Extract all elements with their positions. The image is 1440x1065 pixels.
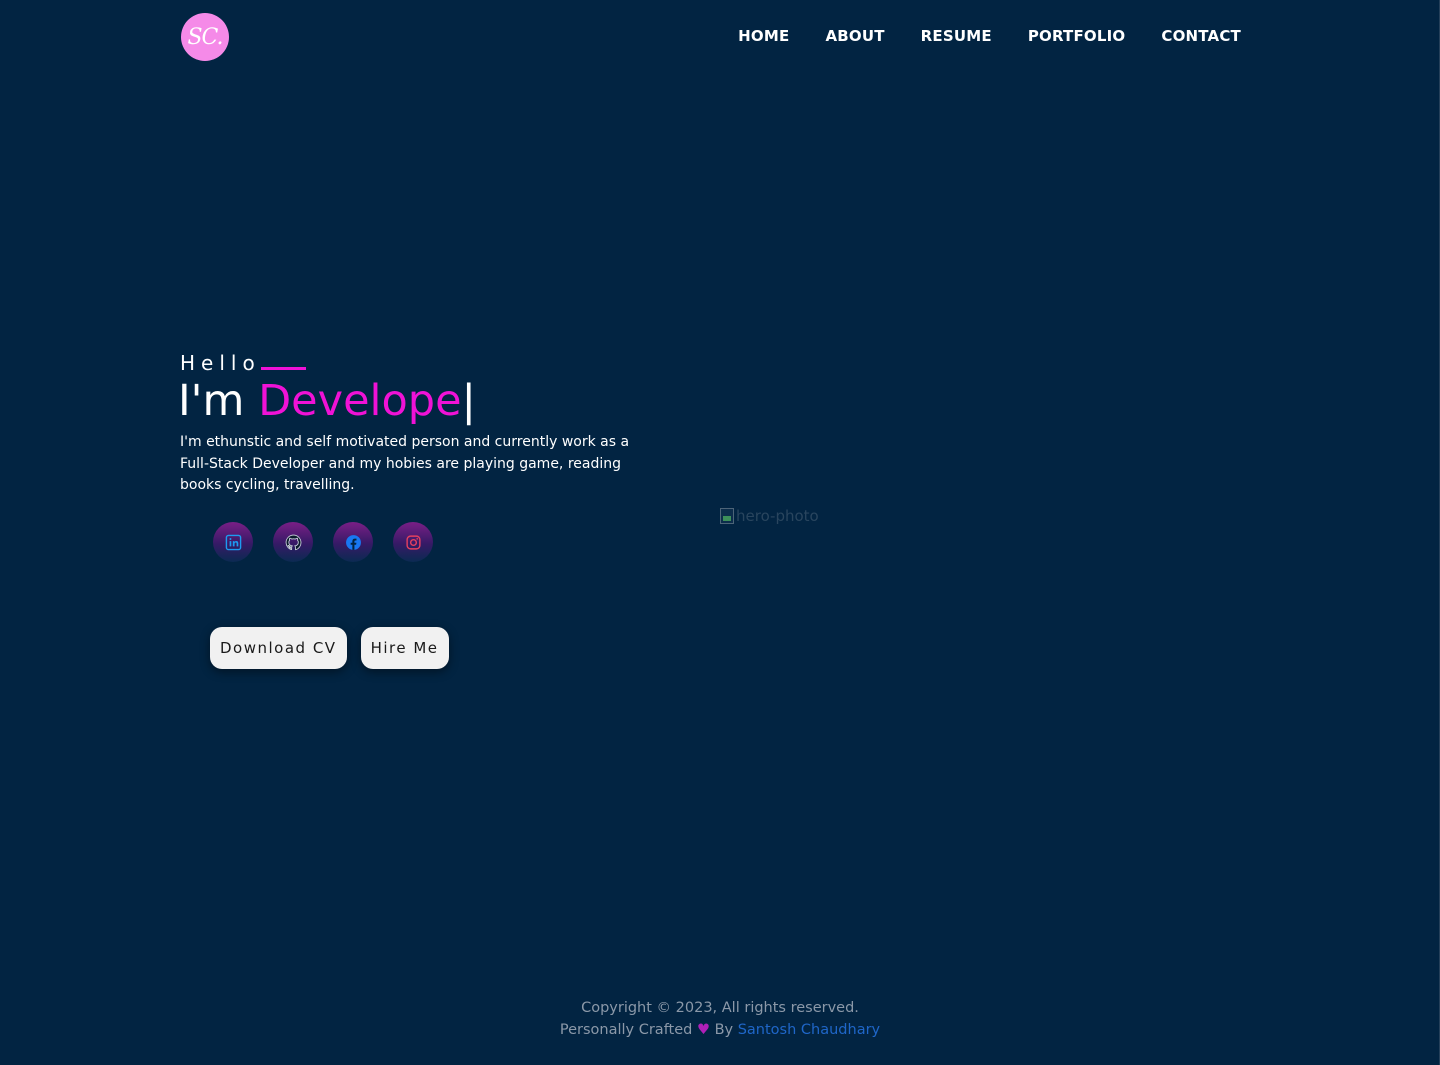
- linkedin-link[interactable]: [213, 522, 253, 562]
- linkedin-icon: [225, 534, 241, 550]
- headline-role: Develope: [258, 376, 462, 426]
- headline-prefix: I'm: [178, 376, 259, 426]
- hero-photo-alt: hero-photo: [736, 507, 819, 525]
- hero-photo: hero-photo: [720, 507, 819, 525]
- copyright-text: Copyright © 2023, All rights reserved.: [581, 1000, 859, 1016]
- nav-home[interactable]: HOME: [738, 25, 789, 47]
- nav-contact[interactable]: CONTACT: [1161, 25, 1241, 47]
- github-icon: [285, 534, 301, 550]
- crafted-line: Personally Crafted ♥ By Santosh Chaudhar…: [0, 1019, 1440, 1041]
- hero-actions: Download CV Hire Me: [210, 627, 449, 669]
- crafted-by: By: [714, 1022, 734, 1038]
- logo-text: SC.: [187, 24, 223, 50]
- hero-headline: I'm Develope|: [178, 374, 476, 428]
- hero-intro: I'm ethunstic and self motivated person …: [180, 434, 630, 493]
- github-link[interactable]: [273, 522, 313, 562]
- hero-greeting: Hello: [180, 350, 306, 376]
- typing-cursor: |: [461, 376, 477, 426]
- main-nav: HOME ABOUT RESUME PORTFOLIO CONTACT: [738, 25, 1241, 47]
- instagram-icon: [405, 534, 421, 550]
- social-links: [213, 522, 433, 562]
- greeting-underline: [260, 366, 306, 370]
- download-cv-button[interactable]: Download CV: [210, 627, 347, 669]
- hire-me-button[interactable]: Hire Me: [360, 627, 449, 669]
- crafted-prefix: Personally Crafted: [559, 1022, 693, 1038]
- instagram-link[interactable]: [393, 522, 433, 562]
- footer: Copyright © 2023, All rights reserved. P…: [0, 997, 1440, 1041]
- facebook-link[interactable]: [333, 522, 373, 562]
- nav-portfolio[interactable]: PORTFOLIO: [1028, 25, 1126, 47]
- heart-icon: ♥: [696, 1022, 710, 1038]
- logo[interactable]: SC.: [181, 13, 229, 61]
- facebook-icon: [345, 534, 361, 550]
- author-link[interactable]: Santosh Chaudhary: [738, 1022, 880, 1038]
- broken-image-icon: [720, 508, 734, 524]
- greeting-text: Hello: [180, 351, 261, 375]
- nav-resume[interactable]: RESUME: [921, 25, 992, 47]
- nav-about[interactable]: ABOUT: [825, 25, 884, 47]
